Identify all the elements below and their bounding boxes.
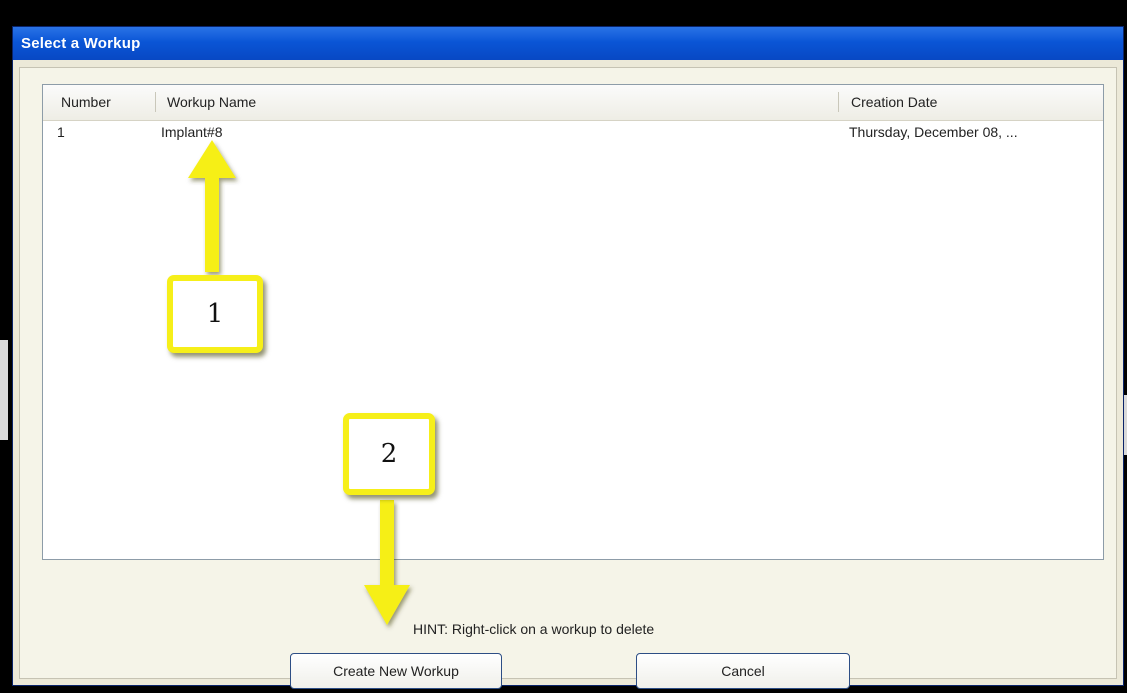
- row-number: 1: [57, 124, 65, 140]
- list-header: Number Workup Name Creation Date: [43, 85, 1103, 121]
- dialog-title: Select a Workup: [13, 27, 1123, 60]
- row-creation-date: Thursday, December 08, ...: [849, 124, 1018, 140]
- column-header-creation-date[interactable]: Creation Date: [843, 85, 1093, 120]
- hint-text: HINT: Right-click on a workup to delete: [413, 621, 655, 637]
- column-separator[interactable]: [838, 92, 839, 112]
- column-header-workup-name[interactable]: Workup Name: [159, 85, 829, 120]
- select-workup-dialog: Select a Workup Number Workup Name Creat…: [12, 26, 1124, 689]
- row-workup-name: Implant#8: [161, 124, 223, 140]
- column-separator[interactable]: [155, 92, 156, 112]
- callout-badge-2: 2: [343, 413, 435, 495]
- background-strip-left: [0, 340, 8, 440]
- column-header-number[interactable]: Number: [53, 85, 153, 120]
- table-row[interactable]: 1 Implant#8 Thursday, December 08, ...: [43, 121, 1103, 143]
- callout-badge-1: 1: [167, 275, 263, 353]
- cancel-button[interactable]: Cancel: [636, 653, 850, 689]
- create-new-workup-button[interactable]: Create New Workup: [290, 653, 502, 689]
- dialog-body: Number Workup Name Creation Date 1 Impla…: [19, 67, 1117, 689]
